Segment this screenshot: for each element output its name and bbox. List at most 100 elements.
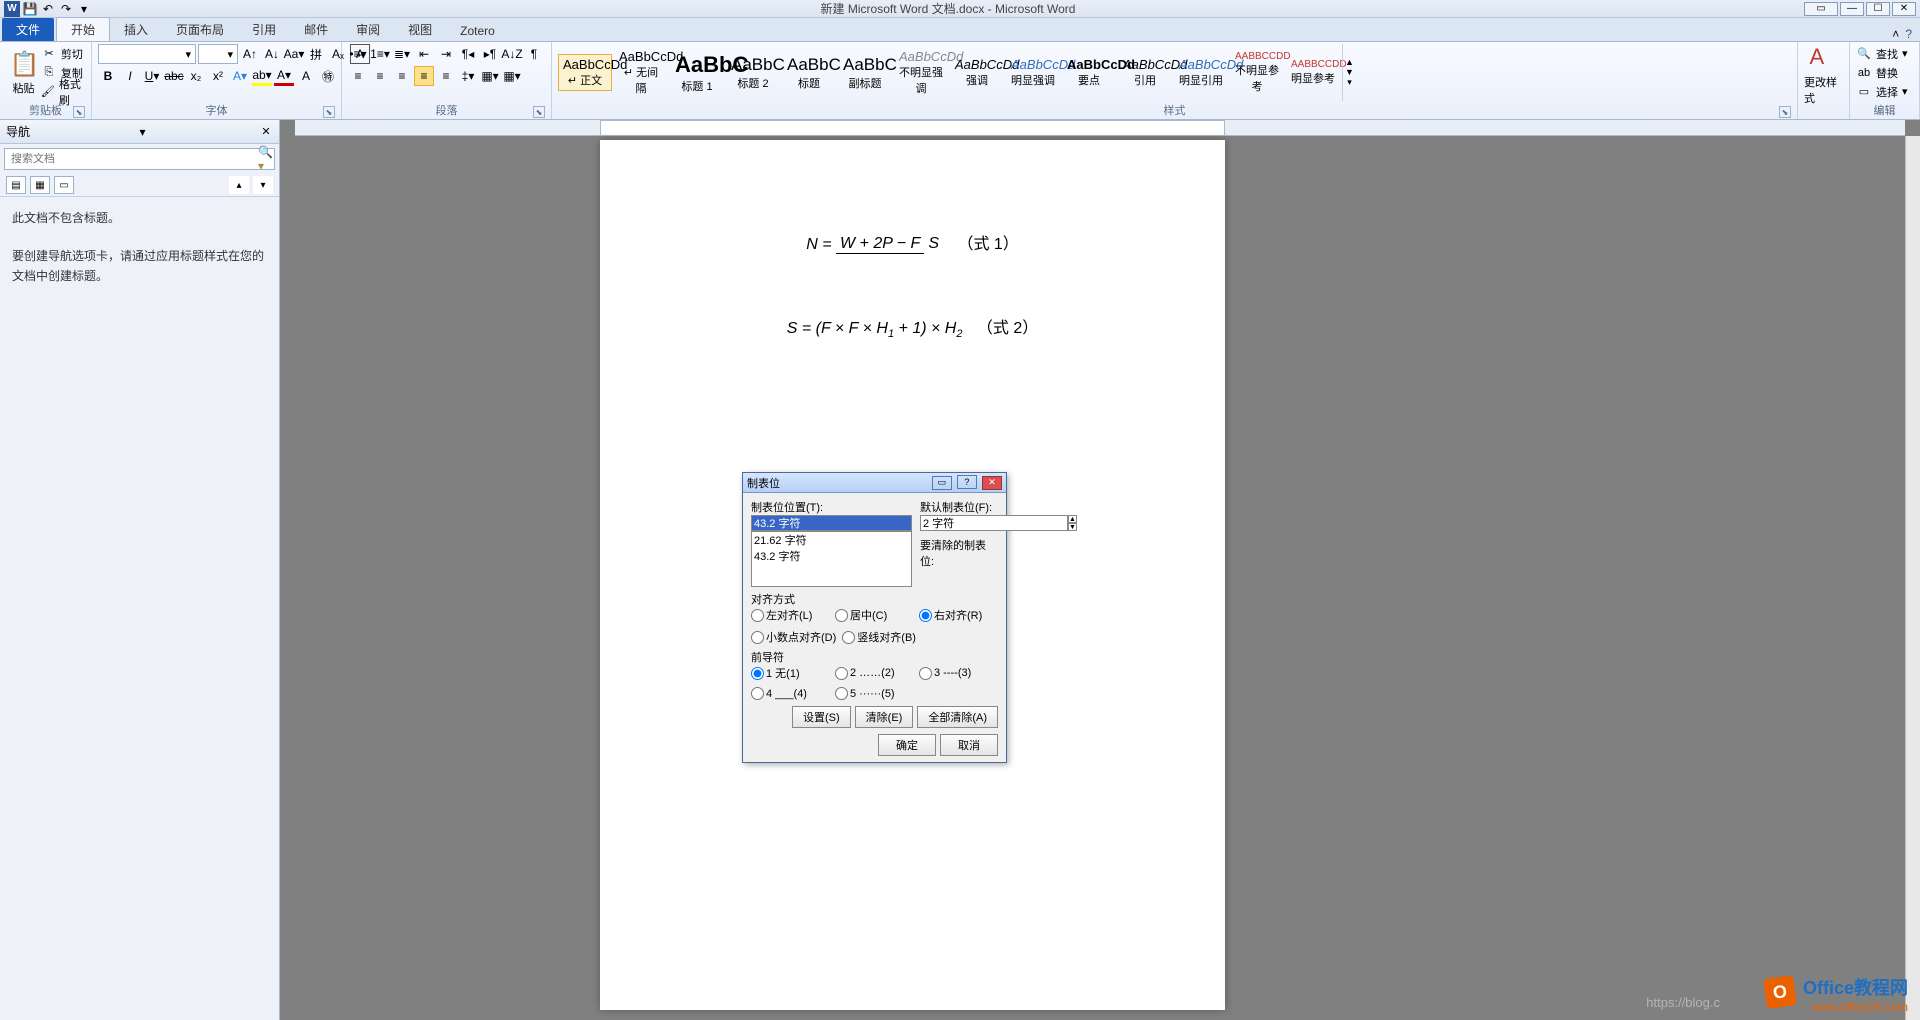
style-item[interactable]: AaBbCcDd↵ 正文 xyxy=(558,54,612,91)
dialog-help-icon[interactable]: ? xyxy=(957,475,977,489)
style-item[interactable]: AaBbC副标题 xyxy=(838,52,892,94)
ribbon-display-icon[interactable]: ▭ xyxy=(1804,2,1838,16)
grow-font-icon[interactable]: A↑ xyxy=(240,44,260,64)
style-item[interactable]: AaBbCcDd↵ 无间隔 xyxy=(614,46,668,99)
font-color-icon[interactable]: A▾ xyxy=(274,66,294,86)
borders-icon[interactable]: ▦▾ xyxy=(502,66,522,86)
spin-up-icon[interactable]: ▲ xyxy=(1068,515,1077,523)
style-item[interactable]: AaBbCcDd要点 xyxy=(1062,54,1116,91)
list-item[interactable]: 21.62 字符 xyxy=(752,532,911,548)
strikethrough-icon[interactable]: abc xyxy=(164,66,184,86)
char-shading-icon[interactable]: A xyxy=(296,66,316,86)
line-spacing-icon[interactable]: ‡▾ xyxy=(458,66,478,86)
dialog-header[interactable]: 制表位 ▭ ? ✕ xyxy=(743,473,1006,493)
redo-icon[interactable]: ↷ xyxy=(58,1,74,17)
clear-button[interactable]: 清除(E) xyxy=(855,706,914,728)
tab-insert[interactable]: 插入 xyxy=(110,18,162,41)
show-marks-icon[interactable]: ¶ xyxy=(524,44,544,64)
multilevel-icon[interactable]: ≣▾ xyxy=(392,44,412,64)
dialog-default-input[interactable] xyxy=(920,515,1068,531)
align-center-icon[interactable]: ≡ xyxy=(370,66,390,86)
radio-leader-5[interactable]: 5 ······(5) xyxy=(835,687,913,700)
style-item[interactable]: AaBbCcDd强调 xyxy=(950,54,1004,91)
style-item[interactable]: AABBCCDD不明显参考 xyxy=(1230,48,1284,97)
find-button[interactable]: 🔍查找▾ xyxy=(1856,45,1908,63)
radio-leader-2[interactable]: 2 ……(2) xyxy=(835,665,913,681)
rtl-icon[interactable]: ▸¶ xyxy=(480,44,500,64)
undo-icon[interactable]: ↶ xyxy=(40,1,56,17)
tab-mailings[interactable]: 邮件 xyxy=(290,18,342,41)
numbering-icon[interactable]: 1≡▾ xyxy=(370,44,390,64)
underline-icon[interactable]: U▾ xyxy=(142,66,162,86)
style-item[interactable]: AaBbCcDd不明显强调 xyxy=(894,46,948,99)
ok-button[interactable]: 确定 xyxy=(878,734,936,756)
nav-search-input[interactable] xyxy=(5,153,258,165)
nav-dropdown-icon[interactable]: ▾ xyxy=(139,125,145,139)
ltr-icon[interactable]: ¶◂ xyxy=(458,44,478,64)
sort-icon[interactable]: A↓Z xyxy=(502,44,522,64)
style-item[interactable]: AaBbC标题 2 xyxy=(726,52,780,94)
radio-leader-4[interactable]: 4 ___(4) xyxy=(751,687,829,700)
save-icon[interactable]: 💾 xyxy=(22,1,38,17)
style-item[interactable]: AABBCCDD明显参考 xyxy=(1286,56,1340,89)
replace-button[interactable]: ab替换 xyxy=(1856,64,1908,82)
nav-tab-up-icon[interactable]: ▴ xyxy=(229,176,249,194)
list-item[interactable]: 43.2 字符 xyxy=(752,548,911,564)
radio-leader-3[interactable]: 3 ----(3) xyxy=(919,665,997,681)
tab-zotero[interactable]: Zotero xyxy=(446,21,509,41)
subscript-icon[interactable]: x₂ xyxy=(186,66,206,86)
dialog-pos-list[interactable]: 21.62 字符 43.2 字符 xyxy=(751,531,912,587)
style-item[interactable]: AaBbC标题 xyxy=(782,52,836,94)
change-case-icon[interactable]: Aa▾ xyxy=(284,44,304,64)
vertical-scrollbar[interactable] xyxy=(1905,136,1920,1020)
radio-align-decimal[interactable]: 小数点对齐(D) xyxy=(751,629,836,645)
shading-icon[interactable]: ▦▾ xyxy=(480,66,500,86)
format-painter-button[interactable]: 🖌格式刷 xyxy=(41,83,85,101)
bold-icon[interactable]: B xyxy=(98,66,118,86)
text-effects-icon[interactable]: A▾ xyxy=(230,66,250,86)
font-name-combo[interactable]: ▾ xyxy=(98,44,196,64)
style-item[interactable]: AaBbCcDd明显引用 xyxy=(1174,54,1228,91)
cancel-button[interactable]: 取消 xyxy=(940,734,998,756)
minimize-icon[interactable]: — xyxy=(1840,2,1864,16)
dialog-close-icon[interactable]: ✕ xyxy=(982,476,1002,490)
tab-review[interactable]: 审阅 xyxy=(342,18,394,41)
italic-icon[interactable]: I xyxy=(120,66,140,86)
radio-leader-1[interactable]: 1 无(1) xyxy=(751,665,829,681)
close-icon[interactable]: ✕ xyxy=(1892,2,1916,16)
radio-align-center[interactable]: 居中(C) xyxy=(835,607,913,623)
style-item[interactable]: AaBbCcDd引用 xyxy=(1118,54,1172,91)
radio-align-right[interactable]: 右对齐(R) xyxy=(919,607,997,623)
nav-tab-headings-icon[interactable]: ▤ xyxy=(6,176,26,194)
spin-down-icon[interactable]: ▼ xyxy=(1068,523,1077,531)
align-left-icon[interactable]: ≡ xyxy=(348,66,368,86)
distribute-icon[interactable]: ≡ xyxy=(436,66,456,86)
ruler[interactable] xyxy=(295,120,1905,136)
align-justify-icon[interactable]: ≡ xyxy=(414,66,434,86)
highlight-icon[interactable]: ab▾ xyxy=(252,66,272,86)
bullets-icon[interactable]: •≡▾ xyxy=(348,44,368,64)
minimize-ribbon-icon[interactable]: ˄ xyxy=(1892,27,1899,41)
qat-dropdown-icon[interactable]: ▾ xyxy=(76,1,92,17)
clipboard-launcher-icon[interactable]: ⬊ xyxy=(73,106,85,118)
dialog-pos-input[interactable] xyxy=(751,515,912,531)
tab-references[interactable]: 引用 xyxy=(238,18,290,41)
nav-tab-down-icon[interactable]: ▾ xyxy=(253,176,273,194)
change-styles-button[interactable]: A更改样式 xyxy=(1804,44,1843,106)
paragraph-launcher-icon[interactable]: ⬊ xyxy=(533,106,545,118)
style-item[interactable]: AaBbCcDd明显强调 xyxy=(1006,54,1060,91)
nav-search[interactable]: 🔍▾ xyxy=(4,148,275,170)
tab-view[interactable]: 视图 xyxy=(394,18,446,41)
styles-more-icon[interactable]: ▲▼▾ xyxy=(1342,44,1356,101)
tab-home[interactable]: 开始 xyxy=(56,17,110,41)
align-right-icon[interactable]: ≡ xyxy=(392,66,412,86)
clear-all-button[interactable]: 全部清除(A) xyxy=(917,706,998,728)
font-launcher-icon[interactable]: ⬊ xyxy=(323,106,335,118)
increase-indent-icon[interactable]: ⇥ xyxy=(436,44,456,64)
nav-tab-pages-icon[interactable]: ▦ xyxy=(30,176,50,194)
styles-launcher-icon[interactable]: ⬊ xyxy=(1779,106,1791,118)
search-icon[interactable]: 🔍▾ xyxy=(258,151,274,167)
nav-close-icon[interactable]: ✕ xyxy=(259,125,273,139)
paste-button[interactable]: 📋 粘贴 xyxy=(6,50,41,96)
phonetic-icon[interactable]: 拼 xyxy=(306,44,326,64)
